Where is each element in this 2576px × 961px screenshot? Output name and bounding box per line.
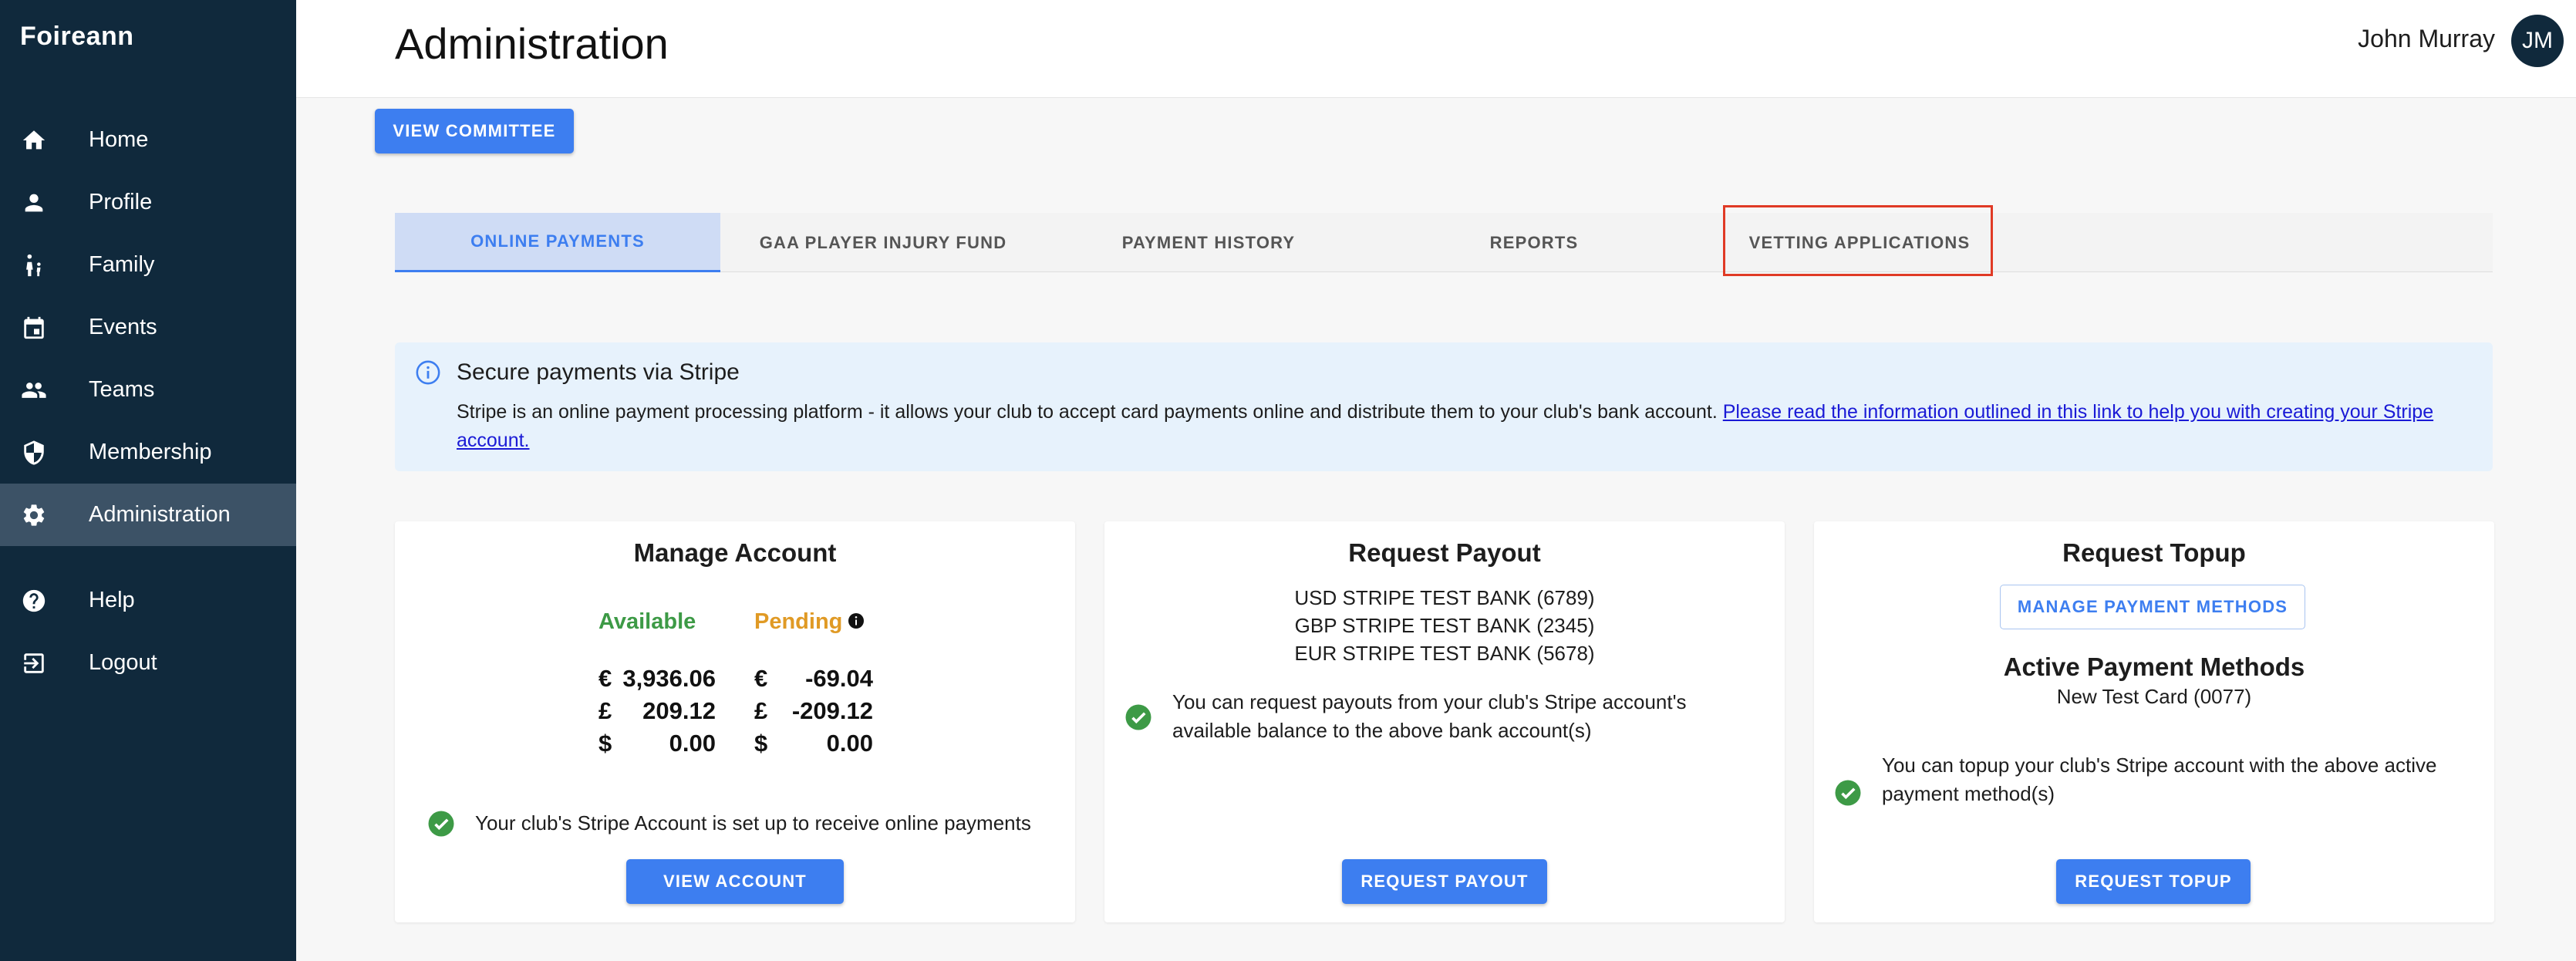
check-circle-icon bbox=[1835, 780, 1861, 806]
home-icon bbox=[20, 126, 48, 154]
sidebar-item-label: Membership bbox=[89, 440, 212, 464]
info-icon bbox=[416, 360, 440, 385]
sidebar: Foireann Home Profile Family Events Team… bbox=[0, 0, 296, 961]
sidebar-item-help[interactable]: Help bbox=[0, 569, 296, 632]
sidebar-item-label: Logout bbox=[89, 650, 157, 675]
alert-body: Stripe is an online payment processing p… bbox=[457, 401, 1723, 423]
sidebar-item-profile[interactable]: Profile bbox=[0, 171, 296, 234]
sidebar-item-label: Help bbox=[89, 588, 135, 612]
request-payout-button[interactable]: REQUEST PAYOUT bbox=[1342, 859, 1547, 904]
person-icon bbox=[20, 189, 48, 217]
manage-account-card: Manage Account Available Pending € 3,936… bbox=[395, 521, 1075, 922]
sidebar-item-home[interactable]: Home bbox=[0, 109, 296, 171]
sidebar-item-administration[interactable]: Administration bbox=[0, 484, 296, 546]
family-icon bbox=[20, 251, 48, 279]
user-name[interactable]: John Murray bbox=[2358, 25, 2495, 53]
sidebar-item-family[interactable]: Family bbox=[0, 234, 296, 296]
tab-payment-history[interactable]: PAYMENT HISTORY bbox=[1046, 213, 1371, 272]
sidebar-item-teams[interactable]: Teams bbox=[0, 359, 296, 421]
check-circle-icon bbox=[1125, 704, 1151, 730]
page-title: Administration bbox=[395, 19, 669, 68]
tab-vetting-applications[interactable]: VETTING APPLICATIONS bbox=[1697, 213, 2022, 272]
sidebar-item-label: Teams bbox=[89, 377, 155, 402]
sidebar-item-label: Events bbox=[89, 315, 157, 339]
account-status-text: Your club's Stripe Account is set up to … bbox=[475, 811, 1031, 835]
bank-account-usd: USD STRIPE TEST BANK (6789) bbox=[1294, 586, 1595, 609]
manage-payment-methods-button[interactable]: MANAGE PAYMENT METHODS bbox=[2000, 585, 2305, 629]
card-title: Request Payout bbox=[1348, 538, 1541, 567]
card-title: Manage Account bbox=[633, 538, 837, 567]
pending-label: Pending bbox=[754, 609, 843, 634]
view-account-button[interactable]: VIEW ACCOUNT bbox=[626, 859, 844, 904]
payout-status-text: You can request payouts from your club's… bbox=[1172, 690, 1687, 742]
bank-account-gbp: GBP STRIPE TEST BANK (2345) bbox=[1294, 614, 1595, 637]
sidebar-item-membership[interactable]: Membership bbox=[0, 421, 296, 484]
sidebar-item-events[interactable]: Events bbox=[0, 296, 296, 359]
tab-gaa-player-injury-fund[interactable]: GAA PLAYER INJURY FUND bbox=[720, 213, 1046, 272]
tab-bar: ONLINE PAYMENTS GAA PLAYER INJURY FUND P… bbox=[395, 213, 2493, 272]
pending-info-icon[interactable] bbox=[847, 612, 865, 630]
card-title: Request Topup bbox=[2062, 538, 2246, 567]
bank-account-eur: EUR STRIPE TEST BANK (5678) bbox=[1294, 642, 1595, 665]
topup-status-text: You can topup your club's Stripe account… bbox=[1882, 754, 2437, 805]
request-topup-button[interactable]: REQUEST TOPUP bbox=[2056, 859, 2251, 904]
payment-method-item: New Test Card (0077) bbox=[2056, 685, 2252, 708]
view-committee-button[interactable]: VIEW COMMITTEE bbox=[375, 109, 574, 153]
group-icon bbox=[20, 376, 48, 404]
alert-text: Stripe is an online payment processing p… bbox=[457, 398, 2477, 455]
check-circle-icon bbox=[428, 811, 454, 837]
tab-online-payments[interactable]: ONLINE PAYMENTS bbox=[395, 213, 720, 272]
help-icon bbox=[20, 587, 48, 615]
shield-icon bbox=[20, 439, 48, 467]
tab-reports[interactable]: REPORTS bbox=[1371, 213, 1697, 272]
sidebar-item-label: Administration bbox=[89, 502, 231, 527]
sidebar-item-label: Profile bbox=[89, 190, 153, 214]
brand-logo[interactable]: Foireann bbox=[20, 22, 134, 52]
request-payout-card: Request Payout USD STRIPE TEST BANK (678… bbox=[1104, 521, 1785, 922]
stripe-info-alert: Secure payments via Stripe Stripe is an … bbox=[395, 342, 2493, 471]
available-label: Available bbox=[598, 609, 696, 634]
calendar-icon bbox=[20, 314, 48, 342]
request-topup-card: Request Topup MANAGE PAYMENT METHODS Act… bbox=[1814, 521, 2494, 922]
sidebar-item-logout[interactable]: Logout bbox=[0, 632, 296, 694]
active-payment-methods-title: Active Payment Methods bbox=[2003, 652, 2305, 681]
gear-icon bbox=[20, 501, 48, 529]
top-header: Administration John Murray JM bbox=[296, 0, 2576, 98]
sidebar-item-label: Family bbox=[89, 252, 155, 277]
logout-icon bbox=[20, 649, 48, 677]
alert-title: Secure payments via Stripe bbox=[457, 359, 740, 385]
sidebar-item-label: Home bbox=[89, 127, 149, 152]
avatar[interactable]: JM bbox=[2511, 15, 2564, 67]
